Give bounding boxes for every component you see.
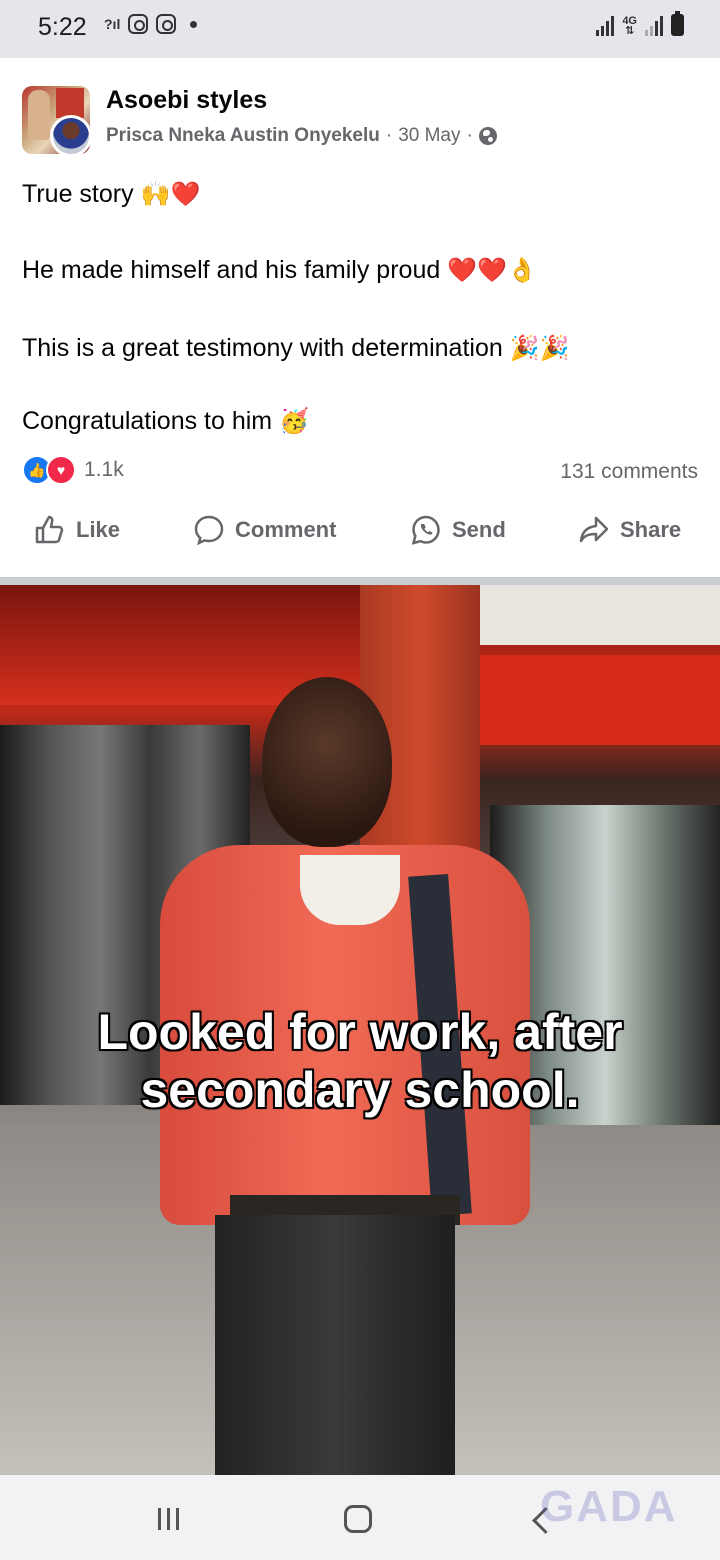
signal-question-icon: ?ıl (104, 16, 121, 32)
post-meta: Prisca Nneka Austin Onyekelu · 30 May · (106, 125, 497, 147)
author-name[interactable]: Prisca Nneka Austin Onyekelu (106, 125, 380, 147)
video-caption: Looked for work, after secondary school. (0, 1003, 720, 1120)
post-actions: Like Comment Send Share (0, 514, 720, 564)
hearts-ok-emoji: ❤️❤️👌 (447, 256, 537, 284)
author-avatar[interactable] (50, 115, 92, 157)
person-head (262, 677, 392, 847)
send-label: Send (452, 517, 506, 542)
battery-icon (671, 11, 684, 36)
post-text: This is a great testimony with determina… (22, 334, 503, 362)
post-text-line: Congratulations to him 🥳 (22, 407, 309, 436)
home-icon[interactable] (344, 1505, 372, 1533)
caption-line: secondary school. (139, 1061, 581, 1120)
instagram-icon (128, 14, 149, 34)
share-arrow-icon (579, 516, 609, 543)
post-text: Congratulations to him (22, 407, 273, 435)
thumbs-up-icon (35, 515, 64, 544)
status-left-icons: ?ıl (104, 14, 198, 34)
recent-apps-icon[interactable] (158, 1508, 179, 1530)
like-label: Like (76, 517, 121, 542)
network-4g-icon: 4G ⇅ (622, 15, 637, 37)
comments-count[interactable]: 131 comments (560, 460, 698, 484)
video-scene-band (470, 655, 720, 745)
watermark-logo: GADA (540, 1482, 678, 1531)
post-text-line: This is a great testimony with determina… (22, 334, 569, 363)
share-button[interactable]: Share (578, 514, 681, 546)
post-text: He made himself and his family proud (22, 256, 441, 284)
post-date[interactable]: 30 May (398, 125, 460, 147)
group-name[interactable]: Asoebi styles (106, 86, 267, 115)
reactions-summary[interactable]: 👍 ♥ 1.1k (22, 455, 124, 485)
post-text-line: He made himself and his family proud ❤️❤… (22, 256, 537, 285)
instagram-icon (156, 14, 177, 34)
comment-icon (194, 515, 224, 546)
post-text: True story (22, 180, 134, 208)
notification-dot-icon (190, 20, 198, 28)
comment-button[interactable]: Comment (193, 514, 336, 546)
like-button[interactable]: Like (34, 514, 120, 546)
globe-icon (478, 127, 497, 145)
section-divider (0, 577, 720, 585)
whatsapp-icon (411, 515, 440, 545)
person-collar (300, 855, 400, 925)
love-reaction-icon: ♥ (46, 455, 76, 485)
status-right-icons: 4G ⇅ (596, 11, 684, 37)
raised-hands-heart-emoji: 🙌❤️ (140, 180, 201, 208)
share-label: Share (620, 517, 682, 542)
post-text-line: True story 🙌❤️ (22, 180, 200, 209)
signal-bars-icon (645, 14, 663, 36)
meta-separator: · (385, 125, 393, 146)
post-video[interactable]: Looked for work, after secondary school. (0, 585, 720, 1475)
comment-label: Comment (235, 517, 337, 542)
status-bar: 5:22 ?ıl 4G ⇅ (0, 0, 720, 58)
person-pants (215, 1215, 455, 1475)
video-scene-ceiling (480, 585, 720, 645)
partying-face-emoji: 🥳 (279, 407, 309, 435)
reaction-count: 1.1k (84, 458, 124, 481)
signal-bars-icon (596, 14, 615, 36)
meta-separator: · (466, 125, 473, 146)
status-time: 5:22 (38, 13, 87, 41)
send-button[interactable]: Send (410, 514, 506, 546)
party-popper-emoji: 🎉🎉 (509, 334, 570, 362)
caption-line: Looked for work, after (96, 1003, 624, 1062)
